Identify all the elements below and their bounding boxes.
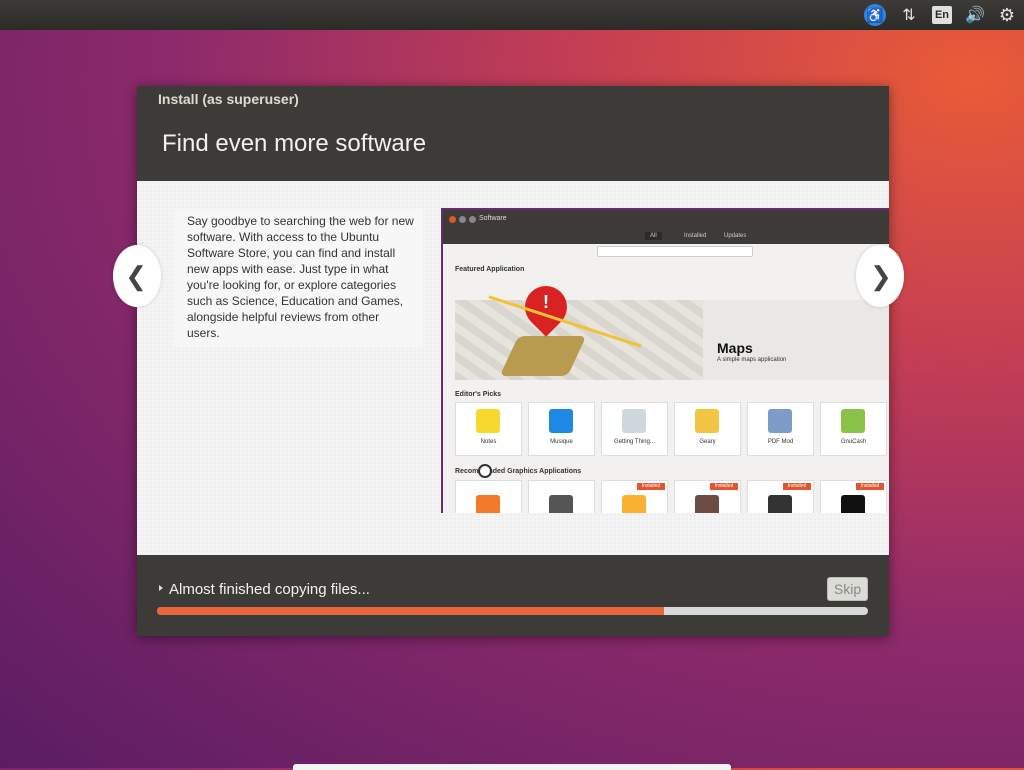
progress-fill — [157, 607, 664, 615]
software-center-screenshot: Software All Installed Updates Featured … — [441, 208, 889, 513]
app-icon — [622, 409, 646, 433]
map-image: ! — [455, 277, 703, 380]
app-icon — [768, 409, 792, 433]
progress-bar — [157, 607, 868, 615]
app-name: Musique — [550, 439, 573, 445]
editors-picks-row: Notes Musique Getting Thing... Geary PDF Mod… — [455, 402, 887, 456]
map-base-icon — [499, 336, 587, 376]
editors-pick-card: Getting Thing... — [601, 402, 668, 456]
editors-pick-card: Geary — [674, 402, 741, 456]
recommended-app-card: Installed — [674, 480, 741, 513]
featured-app-name: Maps — [717, 340, 753, 356]
installed-badge: Installed — [637, 483, 665, 490]
featured-app-subtitle: A simple maps application — [717, 357, 787, 363]
volume-icon[interactable]: 🔊 — [964, 4, 986, 26]
recommended-app-card: Installed — [601, 480, 668, 513]
keyboard-language-indicator[interactable]: En — [932, 6, 952, 24]
editors-picks-label: Editor's Picks — [455, 391, 502, 398]
screenshot-tab-all: All — [645, 232, 662, 240]
recommended-row: Installed Installed Installed Installed — [455, 480, 887, 513]
inkscape-icon — [841, 495, 865, 513]
recommended-label: Recommended Graphics Applications — [455, 468, 582, 475]
top-panel: ♿ ⇅ En 🔊 ⚙ — [0, 0, 1024, 30]
minimize-dot-icon — [459, 216, 466, 223]
app-icon — [476, 409, 500, 433]
app-name: GnuCash — [840, 439, 867, 445]
recommended-app-card — [455, 480, 522, 513]
previous-slide-button[interactable]: ❮ — [113, 245, 161, 307]
app-icon — [549, 409, 573, 433]
recommended-app-card: Installed — [820, 480, 887, 513]
editors-pick-card: PDF Mod — [747, 402, 814, 456]
screenshot-window-title: Software — [479, 215, 507, 222]
close-dot-icon — [449, 216, 456, 223]
screenshot-tab-installed: Installed — [684, 233, 707, 239]
app-icon — [622, 495, 646, 513]
installer-window: Install (as superuser) Find even more so… — [137, 86, 889, 636]
installed-badge: Installed — [710, 483, 738, 490]
slide-content: Say goodbye to searching the web for new… — [137, 181, 889, 555]
app-icon — [695, 409, 719, 433]
settings-gear-icon[interactable]: ⚙ — [996, 4, 1018, 26]
slide-heading: Find even more software — [162, 130, 427, 157]
featured-banner: ! Maps A simple maps application — [455, 277, 889, 380]
recommended-app-card — [528, 480, 595, 513]
network-icon[interactable]: ⇅ — [898, 4, 920, 26]
screenshot-tab-updates: Updates — [724, 233, 747, 239]
busy-cursor-icon — [478, 464, 492, 478]
next-slide-button[interactable]: ❯ — [856, 245, 904, 307]
editors-pick-card: GnuCash — [820, 402, 887, 456]
scanner-icon — [768, 495, 792, 513]
app-name: Geary — [699, 439, 716, 445]
editors-pick-card: Musique — [528, 402, 595, 456]
installer-footer: Almost finished copying files... Skip — [137, 555, 889, 636]
accessibility-icon[interactable]: ♿ — [864, 4, 886, 26]
maximize-dot-icon — [469, 216, 476, 223]
bottom-panel-edge — [293, 764, 731, 770]
editors-pick-card: Notes — [455, 402, 522, 456]
slide-description: Say goodbye to searching the web for new… — [175, 209, 423, 347]
status-text[interactable]: Almost finished copying files... — [169, 581, 370, 598]
paint-icon — [549, 495, 573, 513]
installed-badge: Installed — [783, 483, 811, 490]
screenshot-titlebar: Software — [443, 210, 889, 230]
screenshot-search-field — [597, 246, 753, 257]
window-title: Install (as superuser) — [158, 91, 299, 107]
featured-label: Featured Application — [455, 266, 525, 273]
expand-arrow-icon[interactable] — [159, 585, 163, 591]
recommended-app-card: Installed — [747, 480, 814, 513]
app-icon — [841, 409, 865, 433]
app-name: Getting Thing... — [614, 439, 655, 445]
installed-badge: Installed — [856, 483, 884, 490]
app-name: PDF Mod — [767, 439, 794, 445]
app-name: Notes — [480, 439, 497, 445]
screenshot-tabs: All Installed Updates — [443, 230, 889, 244]
blender-icon — [476, 495, 500, 513]
gimp-icon — [695, 495, 719, 513]
skip-button[interactable]: Skip — [827, 577, 868, 601]
